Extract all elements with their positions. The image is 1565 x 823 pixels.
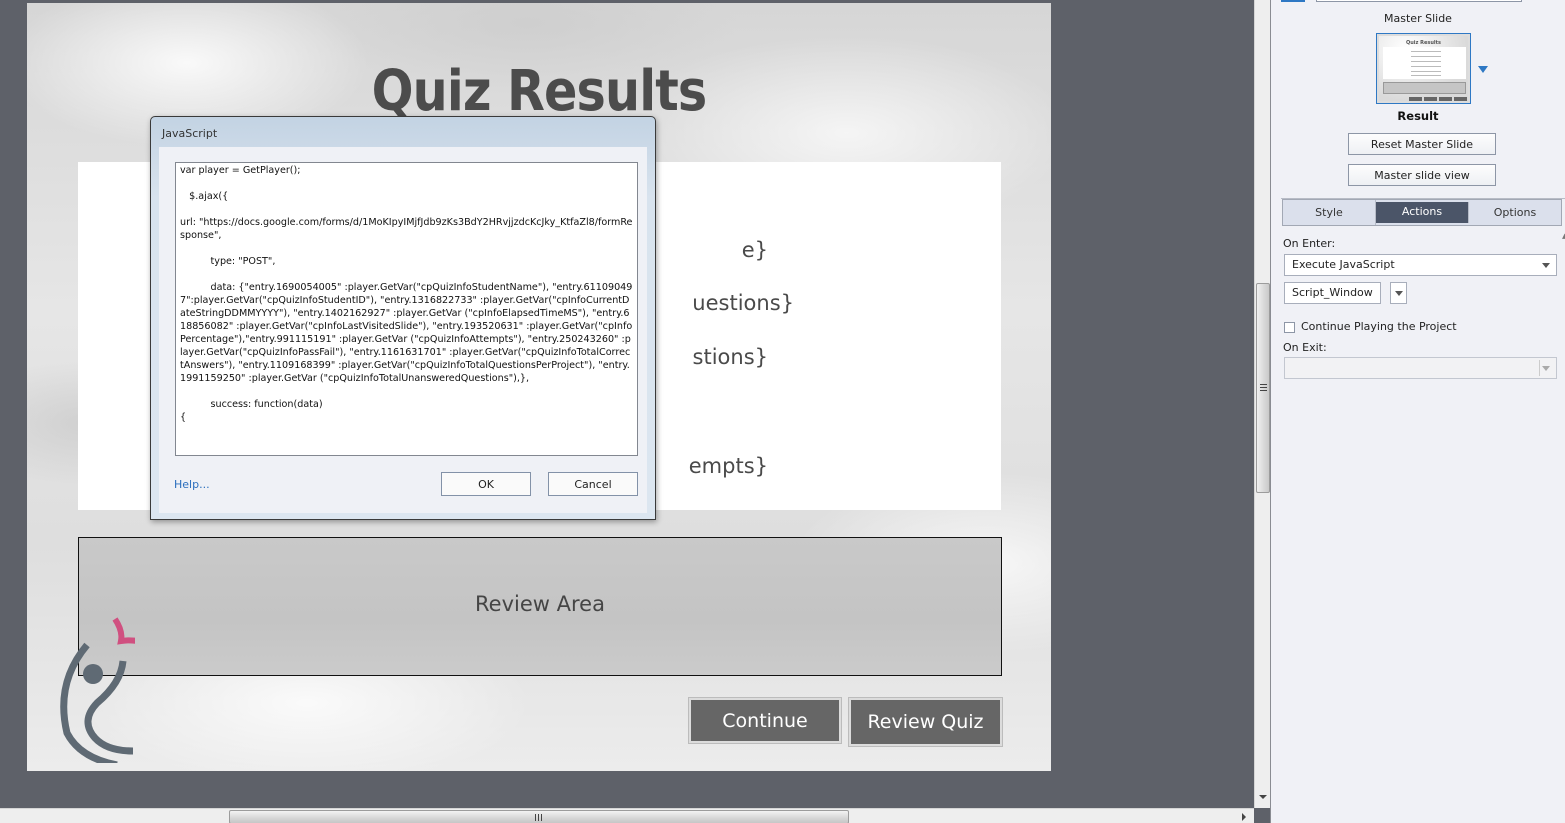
- continue-playing-checkbox[interactable]: [1284, 322, 1295, 333]
- grip-icon: [1260, 384, 1267, 393]
- chevron-down-icon: [1395, 291, 1403, 296]
- logo-pink-arc: [112, 617, 135, 645]
- thumbnail-review-area: [1383, 82, 1466, 94]
- thumbnail-button: [1424, 97, 1437, 101]
- chevron-down-icon: [1542, 263, 1550, 268]
- master-slide-thumbnail[interactable]: Quiz Results: [1376, 33, 1471, 104]
- thumbnail-title: Quiz Results: [1405, 40, 1442, 46]
- tab-style[interactable]: Style: [1283, 200, 1376, 225]
- thumbnail-button: [1439, 97, 1452, 101]
- thumbnail-line: [1411, 56, 1441, 57]
- review-area-label: Review Area: [475, 592, 605, 616]
- thumbnail-line: [1411, 71, 1441, 72]
- thumbnail-button: [1409, 97, 1422, 101]
- vertical-scroll-thumb[interactable]: [1256, 283, 1270, 493]
- master-slide-view-button[interactable]: Master slide view: [1348, 164, 1496, 186]
- logo-head: [83, 664, 103, 684]
- thumbnail-results-panel: [1383, 47, 1466, 79]
- ok-button[interactable]: OK: [441, 472, 531, 496]
- properties-panel: Master Slide Quiz Results Result Reset M…: [1270, 0, 1565, 823]
- horizontal-scroll-thumb[interactable]: [229, 810, 849, 823]
- on-enter-label: On Enter:: [1283, 237, 1336, 250]
- chevron-down-icon: [1542, 366, 1550, 371]
- separator: [1539, 360, 1540, 376]
- on-exit-label: On Exit:: [1283, 341, 1327, 354]
- help-link[interactable]: Help...: [174, 478, 210, 491]
- scroll-right-arrow-icon[interactable]: [1242, 813, 1246, 821]
- tab-options[interactable]: Options: [1469, 200, 1561, 225]
- vertical-scrollbar[interactable]: [1254, 0, 1270, 808]
- reset-master-slide-button[interactable]: Reset Master Slide: [1348, 133, 1496, 155]
- continue-playing-label: Continue Playing the Project: [1301, 320, 1457, 333]
- panel-top-field[interactable]: [1316, 0, 1522, 2]
- tab-actions[interactable]: Actions: [1376, 202, 1469, 223]
- slide-title: Quiz Results: [371, 59, 708, 124]
- thumbnail-line: [1411, 61, 1441, 62]
- master-slide-name: Result: [1397, 109, 1439, 123]
- thumbnail-line: [1411, 75, 1441, 76]
- review-quiz-button[interactable]: Review Quiz: [849, 698, 1002, 746]
- script-window-dropdown[interactable]: [1390, 282, 1407, 304]
- thumbnail-button: [1454, 97, 1467, 101]
- on-enter-value: Execute JavaScript: [1292, 258, 1395, 271]
- horizontal-scrollbar[interactable]: [0, 808, 1254, 823]
- review-area[interactable]: Review Area: [78, 537, 1002, 676]
- logo-icon: [60, 617, 135, 763]
- thumbnail-preview: Quiz Results: [1379, 36, 1468, 101]
- javascript-code-editor[interactable]: var player = GetPlayer(); $.ajax({ url: …: [175, 162, 638, 456]
- thumbnail-line: [1411, 51, 1441, 52]
- dialog-body: var player = GetPlayer(); $.ajax({ url: …: [159, 147, 647, 513]
- script-window-button[interactable]: Script_Window: [1284, 282, 1381, 304]
- thumbnail-line: [1411, 66, 1441, 67]
- grip-icon: [535, 814, 544, 821]
- cancel-button[interactable]: Cancel: [548, 472, 638, 496]
- on-enter-select[interactable]: Execute JavaScript: [1284, 254, 1557, 276]
- scroll-down-arrow-icon[interactable]: [1259, 795, 1267, 799]
- dialog-title: JavaScript: [162, 127, 218, 140]
- master-slide-label: Master Slide: [1384, 12, 1452, 25]
- properties-tabs: Style Actions Options: [1282, 199, 1562, 226]
- on-exit-select[interactable]: [1284, 357, 1557, 379]
- javascript-dialog: JavaScript var player = GetPlayer(); $.a…: [150, 116, 656, 520]
- continue-button[interactable]: Continue: [689, 698, 841, 743]
- panel-top-tab[interactable]: [1281, 0, 1305, 2]
- chevron-down-icon[interactable]: [1478, 66, 1488, 73]
